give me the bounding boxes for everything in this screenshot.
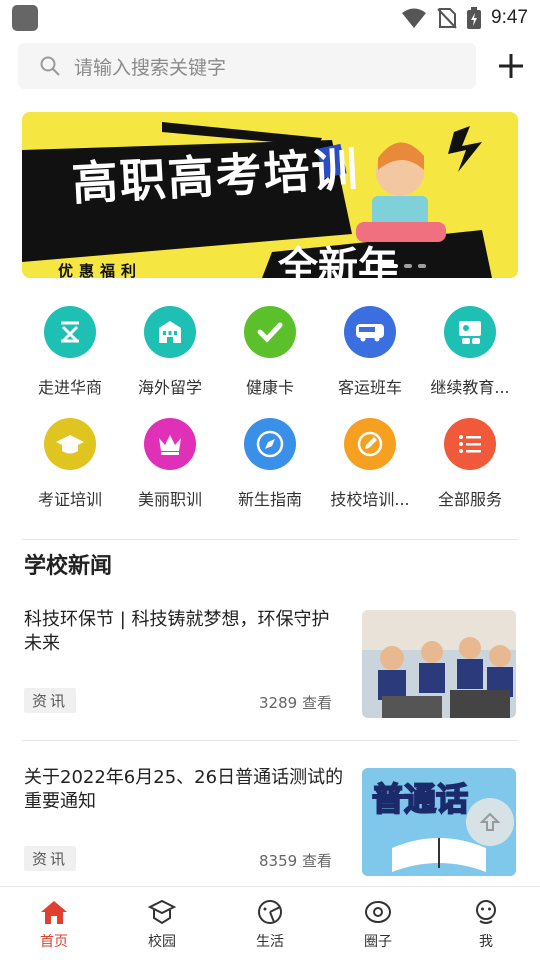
banner-badge: 全新年 [278,244,398,278]
circle-icon [365,901,391,923]
news-item[interactable]: 科技环保节 | 科技铸就梦想，环保守护未来 资讯 3289 查看 [24,608,518,720]
check-icon [244,306,296,358]
home-icon [41,901,67,924]
nav-life[interactable]: 生活 [216,887,324,960]
service-all-services[interactable]: 全部服务 [422,418,518,510]
compass-icon [244,418,296,470]
service-health-card[interactable]: 健康卡 [222,306,318,398]
status-time: 9:47 [491,7,528,28]
school-icon [144,306,196,358]
nav-label: 我 [479,934,493,950]
service-technical-school-training[interactable]: 技校培训... [322,418,418,510]
service-certificate-training[interactable]: 考证培训 [22,418,118,510]
nav-label: 首页 [40,934,68,950]
service-label: 全部服务 [437,490,502,509]
list-icon [444,418,496,470]
crown-icon [144,418,196,470]
search-placeholder: 请输入搜索关键字 [74,56,227,79]
life-icon [258,900,282,924]
news-title: 科技环保节 | 科技铸就梦想，环保守护未来 [24,609,330,654]
banner-subtitle: 优惠福利 [58,262,143,278]
arrow-up-icon [479,812,501,831]
banner-dot [380,264,398,268]
service-label: 技校培训... [330,490,410,509]
nav-label: 圈子 [364,934,392,950]
banner-dot [404,264,412,268]
nav-me[interactable]: 我 [432,887,540,960]
scroll-to-top-button[interactable] [466,798,514,846]
service-label: 走进华商 [37,378,102,397]
news-views: 8359 查看 [259,852,332,870]
search-icon [40,56,60,76]
promo-banner[interactable]: 高职高考培训 优惠福利 全新年 [22,112,518,278]
service-zoujin-huashang[interactable]: 走进华商 [22,306,118,398]
services-grid: 走进华商 海外留学 健康卡 客运班车 继续教育... 考证培训 美丽职训 新生指… [22,306,518,530]
service-label: 美丽职训 [137,490,202,509]
banner-pagination [380,264,426,268]
news-views: 3289 查看 [259,694,332,712]
service-overseas-study[interactable]: 海外留学 [122,306,218,398]
nav-label: 校园 [148,934,176,950]
nav-home[interactable]: 首页 [0,887,108,960]
nav-campus[interactable]: 校园 [108,887,216,960]
teacher-icon [444,306,496,358]
campus-icon [148,899,176,925]
nav-circle[interactable]: 圈子 [324,887,432,960]
service-freshman-guide[interactable]: 新生指南 [222,418,318,510]
service-continuing-education[interactable]: 继续教育... [422,306,518,398]
divider [22,740,518,741]
battery-icon [467,7,482,29]
search-input[interactable]: 请输入搜索关键字 [18,43,476,89]
service-label: 考证培训 [37,490,102,509]
news-tag: 资讯 [24,846,77,871]
news-tag: 资讯 [24,688,77,713]
graduation-cap-icon [44,418,96,470]
news-item[interactable]: 关于2022年6月25、26日普通话测试的重要通知 资讯 8359 查看 普通话 [24,766,518,878]
service-beauty-training[interactable]: 美丽职训 [122,418,218,510]
pen-icon [344,418,396,470]
divider [22,539,518,540]
section-title: 学校新闻 [24,554,113,579]
nav-label: 生活 [256,934,284,950]
service-shuttle-bus[interactable]: 客运班车 [322,306,418,398]
bottom-nav: 首页 校园 生活 圈子 我 [0,886,540,960]
add-button[interactable] [494,49,528,83]
service-label: 客运班车 [337,378,402,397]
banner-dot [418,264,426,268]
plus-icon [499,54,523,78]
news-title: 关于2022年6月25、26日普通话测试的重要通知 [24,767,344,812]
service-label: 继续教育... [430,378,510,397]
wifi-icon [402,8,427,28]
status-bar: 9:47 [0,0,540,36]
bus-icon [344,306,396,358]
thumbnail-text: 普通话 [371,779,469,819]
news-thumbnail [362,610,516,718]
user-icon [476,900,496,924]
no-sim-icon [437,8,457,29]
service-label: 新生指南 [237,490,302,509]
building-icon [44,306,96,358]
service-label: 海外留学 [137,378,202,397]
search-row: 请输入搜索关键字 [18,43,528,89]
app-notification-icon [12,5,38,31]
service-label: 健康卡 [245,378,294,397]
